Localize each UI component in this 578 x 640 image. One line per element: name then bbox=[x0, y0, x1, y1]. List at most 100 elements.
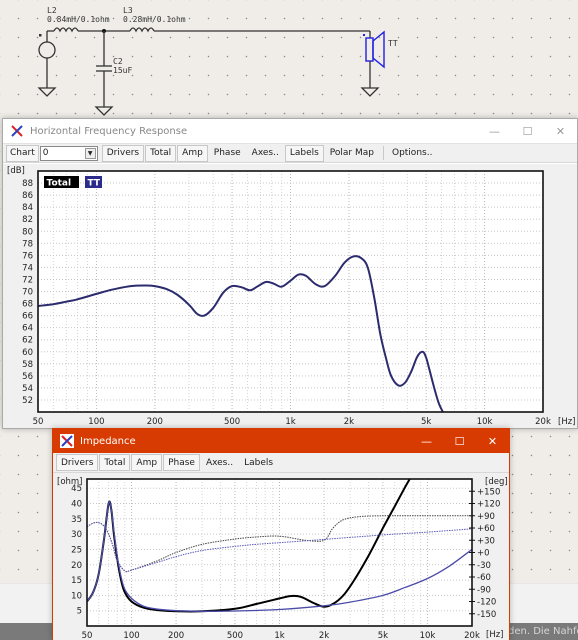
crossover-schematic: L2 0.84mH/0.1ohm C2 15uF L3 0.28mH/0.1oh… bbox=[37, 6, 398, 116]
y-tick-label: 80 bbox=[22, 227, 33, 237]
y-tick-label: 74 bbox=[22, 263, 33, 273]
phase-button[interactable]: Phase bbox=[163, 454, 200, 471]
hfr-plot-area: 52 54 56 58 60 62 64 66 68 70 72 74 76 78 80 82 84 86 88 5… bbox=[3, 164, 577, 428]
y2-tick-label: -30 bbox=[477, 561, 491, 571]
x-tick-label: 20k bbox=[535, 417, 551, 427]
frequency-response-chart[interactable]: 52 54 56 58 60 62 64 66 68 70 72 74 76 78 80 82 84 86 88 5… bbox=[3, 164, 577, 428]
c2-ref: C2 bbox=[113, 57, 123, 66]
impedance-plot-area: 5 10 15 20 25 30 35 40 45 +150 +120 +90 +60 +30 +0 -30… bbox=[53, 474, 509, 640]
labels-button[interactable]: Labels bbox=[239, 454, 278, 471]
hfr-titlebar[interactable]: Horizontal Frequency Response — ☐ ✕ bbox=[3, 119, 577, 143]
y-tick-label: 15 bbox=[71, 576, 82, 586]
y-tick-label: 25 bbox=[71, 545, 82, 555]
legend-label[interactable]: TT bbox=[88, 179, 101, 189]
x-tick-label: 2k bbox=[319, 631, 329, 640]
hfr-window: Horizontal Frequency Response — ☐ ✕ Char… bbox=[2, 118, 578, 429]
maximize-button[interactable]: ☐ bbox=[511, 119, 544, 143]
inductor-l2-icon[interactable] bbox=[53, 27, 79, 33]
x-tick-label: 200 bbox=[147, 417, 163, 427]
y2-tick-label: +30 bbox=[477, 536, 495, 546]
y-tick-label: 30 bbox=[71, 530, 82, 540]
x-tick-label: 5k bbox=[378, 631, 388, 640]
chart-select-value: 0 bbox=[42, 148, 49, 158]
x-tick-label: 100 bbox=[88, 417, 104, 427]
y-tick-label: 72 bbox=[22, 275, 33, 285]
y-tick-label: 20 bbox=[71, 561, 82, 571]
axes-button[interactable]: Axes.. bbox=[247, 145, 284, 162]
capacitor-c2-icon[interactable] bbox=[94, 31, 114, 116]
chart-select[interactable]: 0 ▼ bbox=[39, 145, 98, 161]
x-tick-label: 1k bbox=[285, 417, 295, 427]
x-tick-label: 10k bbox=[477, 417, 493, 427]
legend-label[interactable]: Total bbox=[47, 179, 72, 189]
x-tick-label: 500 bbox=[227, 631, 243, 640]
total-button[interactable]: Total bbox=[99, 454, 131, 471]
y2-tick-label: -150 bbox=[477, 610, 496, 620]
x-tick-label: 2k bbox=[344, 417, 354, 427]
chevron-down-icon[interactable]: ▼ bbox=[84, 147, 96, 159]
y-tick-label: 76 bbox=[22, 251, 33, 261]
speaker-tt-icon[interactable] bbox=[360, 30, 385, 97]
impedance-window: Impedance — ☐ ✕ Drivers Total Amp Phase … bbox=[52, 428, 510, 640]
voltage-source-icon[interactable] bbox=[37, 31, 57, 97]
maximize-button[interactable]: ☐ bbox=[443, 429, 476, 453]
y-tick-label: 66 bbox=[22, 312, 33, 322]
x-tick-label: 1k bbox=[274, 631, 284, 640]
y2-tick-label: -120 bbox=[477, 598, 496, 608]
y-tick-label: 60 bbox=[22, 348, 33, 358]
impedance-titlebar[interactable]: Impedance — ☐ ✕ bbox=[53, 429, 509, 453]
y-tick-label: 78 bbox=[22, 239, 33, 249]
labels-button[interactable]: Labels bbox=[284, 144, 324, 162]
impedance-title: Impedance bbox=[80, 435, 136, 447]
y2-tick-label: +0 bbox=[477, 549, 490, 559]
app-logo-icon bbox=[60, 434, 74, 448]
options-button[interactable]: Options.. bbox=[387, 145, 437, 162]
hfr-title: Horizontal Frequency Response bbox=[30, 125, 188, 137]
total-button[interactable]: Total bbox=[145, 144, 177, 162]
y-tick-label: 82 bbox=[22, 215, 33, 225]
y-tick-label: 52 bbox=[22, 396, 33, 406]
impedance-chart[interactable]: 51015202530354045 +150+120+90+60+30+0-30… bbox=[53, 474, 509, 640]
background-text: den. Die Nahfel bbox=[508, 626, 578, 637]
inductor-l3-icon[interactable] bbox=[129, 27, 155, 33]
x-tick-label: 10k bbox=[420, 631, 436, 640]
y2-tick-label: -90 bbox=[477, 585, 491, 595]
hfr-toolbar: Chart 0 ▼ Drivers Total Amp Phase Axes..… bbox=[3, 143, 577, 163]
x-axis-label: [Hz] bbox=[558, 417, 576, 427]
close-button[interactable]: ✕ bbox=[544, 119, 577, 143]
impedance-toolbar: Drivers Total Amp Phase Axes.. Labels bbox=[53, 453, 509, 473]
l3-ref: L3 bbox=[123, 6, 133, 15]
y-tick-label: 86 bbox=[22, 191, 33, 201]
y2-axis-label: [deg] bbox=[485, 477, 508, 487]
amp-button[interactable]: Amp bbox=[177, 144, 208, 162]
app-logo-icon bbox=[10, 124, 24, 138]
y-tick-label: 10 bbox=[71, 591, 82, 601]
y2-tick-label: +120 bbox=[477, 500, 500, 510]
l2-value: 0.84mH/0.1ohm bbox=[47, 15, 110, 24]
y-tick-label: 54 bbox=[22, 384, 33, 394]
drivers-button[interactable]: Drivers bbox=[101, 144, 145, 162]
x-tick-label: 5k bbox=[421, 417, 431, 427]
y-tick-label: 70 bbox=[22, 288, 33, 298]
c2-value: 15uF bbox=[113, 66, 132, 75]
close-button[interactable]: ✕ bbox=[476, 429, 509, 453]
y-axis-label: [dB] bbox=[7, 166, 25, 176]
phase-button[interactable]: Phase bbox=[209, 145, 246, 162]
amp-button[interactable]: Amp bbox=[131, 454, 163, 471]
y2-tick-label: -60 bbox=[477, 573, 491, 583]
y-axis-label: [ohm] bbox=[57, 477, 83, 487]
x-tick-label: 500 bbox=[224, 417, 240, 427]
y-tick-label: 40 bbox=[71, 500, 82, 510]
minimize-button[interactable]: — bbox=[478, 119, 511, 143]
minimize-button[interactable]: — bbox=[410, 429, 443, 453]
plot-background bbox=[87, 479, 472, 626]
y-tick-label: 88 bbox=[22, 179, 33, 189]
axes-button[interactable]: Axes.. bbox=[201, 454, 238, 471]
y-tick-label: 56 bbox=[22, 372, 33, 382]
x-tick-label: 100 bbox=[123, 631, 139, 640]
y2-tick-label: +150 bbox=[477, 487, 500, 497]
y-tick-label: 35 bbox=[71, 515, 82, 525]
drivers-button[interactable]: Drivers bbox=[56, 454, 99, 471]
x-tick-label: 50 bbox=[82, 631, 93, 640]
polar-map-button[interactable]: Polar Map bbox=[325, 145, 379, 162]
